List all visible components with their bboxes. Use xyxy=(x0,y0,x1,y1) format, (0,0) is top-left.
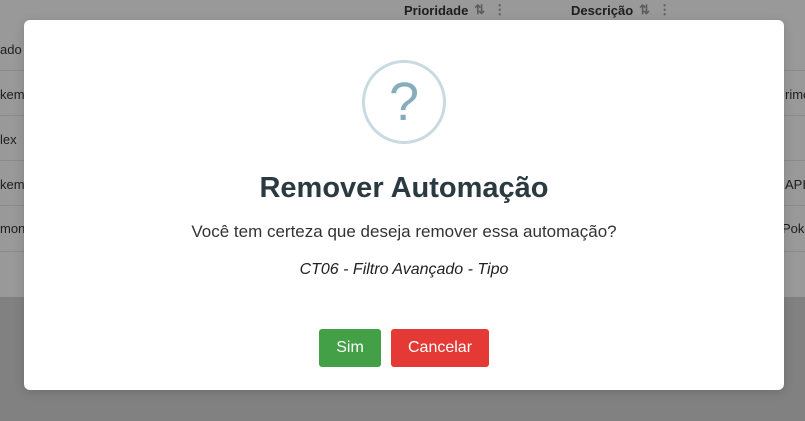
dialog-actions: Sim Cancelar xyxy=(24,329,784,367)
icon-glyph: ? xyxy=(388,72,420,132)
confirm-dialog: ? Remover Automação Você tem certeza que… xyxy=(24,20,784,390)
question-mark-icon: ? xyxy=(362,60,446,144)
cancel-button[interactable]: Cancelar xyxy=(391,329,489,367)
dialog-title: Remover Automação xyxy=(259,172,549,204)
page: Prioridade ⇅ ⋮ Descrição ⇅ ⋮ ado - kemo … xyxy=(0,0,805,421)
automation-name: CT06 - Filtro Avançado - Tipo xyxy=(299,261,509,278)
dialog-question: Você tem certeza que deseja remover essa… xyxy=(191,222,617,241)
confirm-button[interactable]: Sim xyxy=(319,329,381,367)
